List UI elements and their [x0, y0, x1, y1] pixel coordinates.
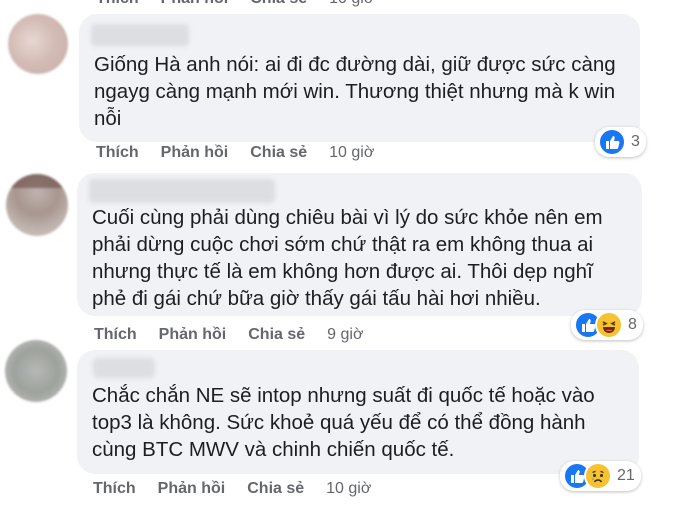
share-button[interactable]: Chia sẻ	[247, 480, 304, 498]
comment-bubble: Cuối cùng phải dùng chiêu bài vì lý do s…	[77, 173, 642, 316]
timestamp: 10 giờ	[326, 480, 372, 497]
comment-text: Giống Hà anh nói: ai đi đc đường dài, gi…	[94, 53, 616, 130]
comment-bubble: Giống Hà anh nói: ai đi đc đường dài, gi…	[79, 14, 640, 142]
timestamp: 10 giờ	[329, 144, 375, 161]
comment-bubble: Chắc chắn NE sẽ intop nhưng suất đi quốc…	[77, 350, 639, 474]
reply-button[interactable]: Phản hồi	[158, 480, 226, 498]
timestamp: 9 giờ	[327, 326, 364, 343]
reaction-summary[interactable]: 8	[571, 310, 643, 340]
reaction-count: 3	[631, 133, 640, 150]
avatar[interactable]	[6, 174, 68, 236]
haha-icon	[595, 311, 623, 339]
comment-text: Cuối cùng phải dùng chiêu bài vì lý do s…	[92, 206, 603, 310]
commenter-name-redacted[interactable]	[93, 358, 155, 378]
like-button[interactable]: Thích	[96, 0, 139, 8]
reply-button[interactable]: Phản hồi	[161, 144, 229, 162]
like-button[interactable]: Thích	[94, 326, 137, 344]
reaction-count: 8	[628, 316, 637, 333]
reply-button[interactable]: Phản hồi	[159, 326, 227, 344]
comment-actions: Thích Phản hồi Chia sẻ 10 giờ	[96, 144, 396, 162]
like-button[interactable]: Thích	[96, 144, 139, 162]
share-button[interactable]: Chia sẻ	[250, 0, 307, 8]
comment-actions: Thích Phản hồi Chia sẻ 9 giờ	[94, 326, 385, 344]
like-button[interactable]: Thích	[93, 480, 136, 498]
avatar[interactable]	[8, 14, 68, 74]
reaction-summary[interactable]: 3	[595, 127, 646, 157]
share-button[interactable]: Chia sẻ	[250, 144, 307, 162]
reaction-summary[interactable]: 21	[560, 461, 641, 491]
comment-text: Chắc chắn NE sẽ intop nhưng suất đi quốc…	[92, 384, 595, 461]
sad-icon	[584, 462, 612, 490]
commenter-name-redacted[interactable]	[91, 24, 189, 46]
timestamp: 10 giờ	[329, 0, 374, 8]
like-icon	[598, 128, 626, 156]
share-button[interactable]: Chia sẻ	[248, 326, 305, 344]
reaction-count: 21	[617, 467, 635, 484]
comment-actions: Thích Phản hồi Chia sẻ 10 giờ	[93, 480, 393, 498]
commenter-name-redacted[interactable]	[89, 179, 275, 203]
avatar[interactable]	[5, 340, 67, 402]
reply-button[interactable]: Phản hồi	[161, 0, 229, 8]
comment-actions-previous: Thích Phản hồi Chia sẻ 10 giờ	[96, 0, 396, 8]
